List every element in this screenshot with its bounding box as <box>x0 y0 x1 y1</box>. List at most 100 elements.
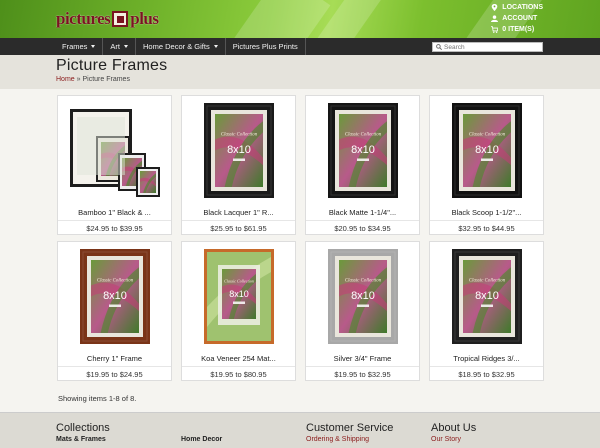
user-icon <box>491 15 499 22</box>
cart-label: 0 ITEM(S) <box>502 26 535 33</box>
locations-label: LOCATIONS <box>502 4 543 11</box>
product-name[interactable]: Silver 3/4" Frame <box>306 354 419 363</box>
card-divider <box>430 366 543 367</box>
product-price: $32.95 to $44.95 <box>458 224 515 233</box>
product-image[interactable]: Classic Collection 8x10 <box>438 247 536 346</box>
nav-item-label: Art <box>110 42 121 51</box>
breadcrumb-current: Picture Frames <box>82 76 130 83</box>
svg-text:8x10: 8x10 <box>351 144 375 156</box>
product-card[interactable]: Classic Collection 8x10 Tropical Ridges … <box>429 241 544 381</box>
svg-text:Classic Collection: Classic Collection <box>469 132 506 137</box>
footer-link-home-decor[interactable]: Home Decor <box>181 436 222 443</box>
footer-heading: Customer Service <box>306 422 394 434</box>
product-name[interactable]: Bamboo 1" Black & ... <box>58 208 171 217</box>
nav-item-home-decor[interactable]: Home Decor & Gifts <box>136 38 226 55</box>
card-divider <box>58 220 171 221</box>
footer-link-mats-frames[interactable]: Mats & Frames <box>56 436 110 443</box>
footer-collections: Collections Mats & Frames <box>56 422 110 443</box>
product-card[interactable]: Classic Collection 8x10 Koa Veneer 254 M… <box>181 241 296 381</box>
card-divider <box>306 366 419 367</box>
page-title: Picture Frames <box>56 57 168 74</box>
product-card[interactable]: Classic Collection 8x10 Black Scoop 1-1/… <box>429 95 544 235</box>
svg-text:Classic Collection: Classic Collection <box>97 278 134 283</box>
caret-down-icon <box>124 45 129 48</box>
product-card[interactable]: Classic Collection 8x10 Cherry 1" Frame $… <box>57 241 172 381</box>
svg-text:8x10: 8x10 <box>475 144 499 156</box>
site-logo[interactable]: pictures plus <box>56 7 159 31</box>
card-divider <box>182 366 295 367</box>
account-link[interactable]: ACCOUNT <box>491 13 543 24</box>
product-price: $25.95 to $61.95 <box>210 224 267 233</box>
svg-text:Classic Collection: Classic Collection <box>345 278 382 283</box>
product-price: $18.95 to $32.95 <box>458 370 515 379</box>
search-input[interactable] <box>444 43 539 51</box>
utility-links: LOCATIONS ACCOUNT 0 ITEM(S) <box>491 2 543 35</box>
svg-text:8x10: 8x10 <box>227 144 251 156</box>
nav-item-prints[interactable]: Pictures Plus Prints <box>226 38 306 55</box>
logo-word-plus: plus <box>130 9 159 28</box>
account-label: ACCOUNT <box>502 15 538 22</box>
product-image[interactable] <box>66 101 164 200</box>
product-image[interactable]: Classic Collection 8x10 <box>438 101 536 200</box>
product-name[interactable]: Koa Veneer 254 Mat... <box>182 354 295 363</box>
footer-link-our-story[interactable]: Our Story <box>431 436 476 443</box>
product-price: $19.95 to $24.95 <box>86 370 143 379</box>
svg-text:Classic Collection: Classic Collection <box>469 278 506 283</box>
nav-item-art[interactable]: Art <box>103 38 137 55</box>
footer-customer-service: Customer Service Ordering & Shipping <box>306 422 393 443</box>
product-card[interactable]: Classic Collection 8x10 Black Matte 1-1/… <box>305 95 420 235</box>
search-icon <box>436 44 442 50</box>
product-price: $24.95 to $39.95 <box>86 224 143 233</box>
product-image[interactable]: Classic Collection 8x10 <box>314 247 412 346</box>
footer-heading: Collections <box>56 422 110 434</box>
footer-link-ordering[interactable]: Ordering & Shipping <box>306 436 393 443</box>
header-decoration <box>229 0 331 38</box>
product-image[interactable]: Classic Collection 8x10 <box>190 101 288 200</box>
cart-link[interactable]: 0 ITEM(S) <box>491 24 543 35</box>
product-image[interactable]: Classic Collection 8x10 <box>66 247 164 346</box>
breadcrumb-home-link[interactable]: Home <box>56 76 75 83</box>
product-card[interactable]: Classic Collection 8x10 Silver 3/4" Fram… <box>305 241 420 381</box>
product-name[interactable]: Cherry 1" Frame <box>58 354 171 363</box>
caret-down-icon <box>213 45 218 48</box>
card-divider <box>430 220 543 221</box>
product-price: $20.95 to $34.95 <box>334 224 391 233</box>
site-footer: Collections Mats & Frames Home Decor Cus… <box>0 412 600 448</box>
product-card[interactable]: Bamboo 1" Black & ... $24.95 to $39.95 <box>57 95 172 235</box>
product-card[interactable]: Classic Collection 8x10 Black Lacquer 1"… <box>181 95 296 235</box>
product-image[interactable]: Classic Collection 8x10 <box>190 247 288 346</box>
card-divider <box>182 220 295 221</box>
product-name[interactable]: Black Lacquer 1" R... <box>182 208 295 217</box>
nav-item-label: Home Decor & Gifts <box>143 42 210 51</box>
nav-item-label: Frames <box>62 42 88 51</box>
logo-frame-icon <box>112 11 129 27</box>
results-count: Showing items 1-8 of 8. <box>58 394 137 403</box>
footer-collections-col2: Home Decor <box>181 422 222 443</box>
product-name[interactable]: Tropical Ridges 3/... <box>430 354 543 363</box>
svg-text:8x10: 8x10 <box>103 290 127 302</box>
search-box <box>432 42 543 52</box>
svg-text:8x10: 8x10 <box>475 290 499 302</box>
logo-word-pictures: pictures <box>56 9 111 28</box>
caret-down-icon <box>91 45 96 48</box>
svg-text:Classic Collection: Classic Collection <box>345 132 382 137</box>
breadcrumb: Home » Picture Frames <box>56 76 130 83</box>
footer-heading: About Us <box>431 422 477 434</box>
product-price: $19.95 to $80.95 <box>210 370 267 379</box>
site-header: pictures plus LOCATIONS ACCOUNT 0 ITEM(S… <box>0 0 600 38</box>
map-pin-icon <box>491 4 498 11</box>
svg-text:8x10: 8x10 <box>351 290 375 302</box>
card-divider <box>58 366 171 367</box>
footer-about: About Us Our Story <box>431 422 476 443</box>
nav-item-label: Pictures Plus Prints <box>232 42 298 51</box>
product-name[interactable]: Black Matte 1-1/4"... <box>306 208 419 217</box>
cart-icon <box>491 26 499 33</box>
svg-text:Classic Collection: Classic Collection <box>224 279 254 284</box>
product-price: $19.95 to $32.95 <box>334 370 391 379</box>
svg-text:Classic Collection: Classic Collection <box>221 132 258 137</box>
nav-item-frames[interactable]: Frames <box>56 38 104 55</box>
product-image[interactable]: Classic Collection 8x10 <box>314 101 412 200</box>
locations-link[interactable]: LOCATIONS <box>491 2 543 13</box>
card-divider <box>306 220 419 221</box>
product-name[interactable]: Black Scoop 1-1/2"... <box>430 208 543 217</box>
